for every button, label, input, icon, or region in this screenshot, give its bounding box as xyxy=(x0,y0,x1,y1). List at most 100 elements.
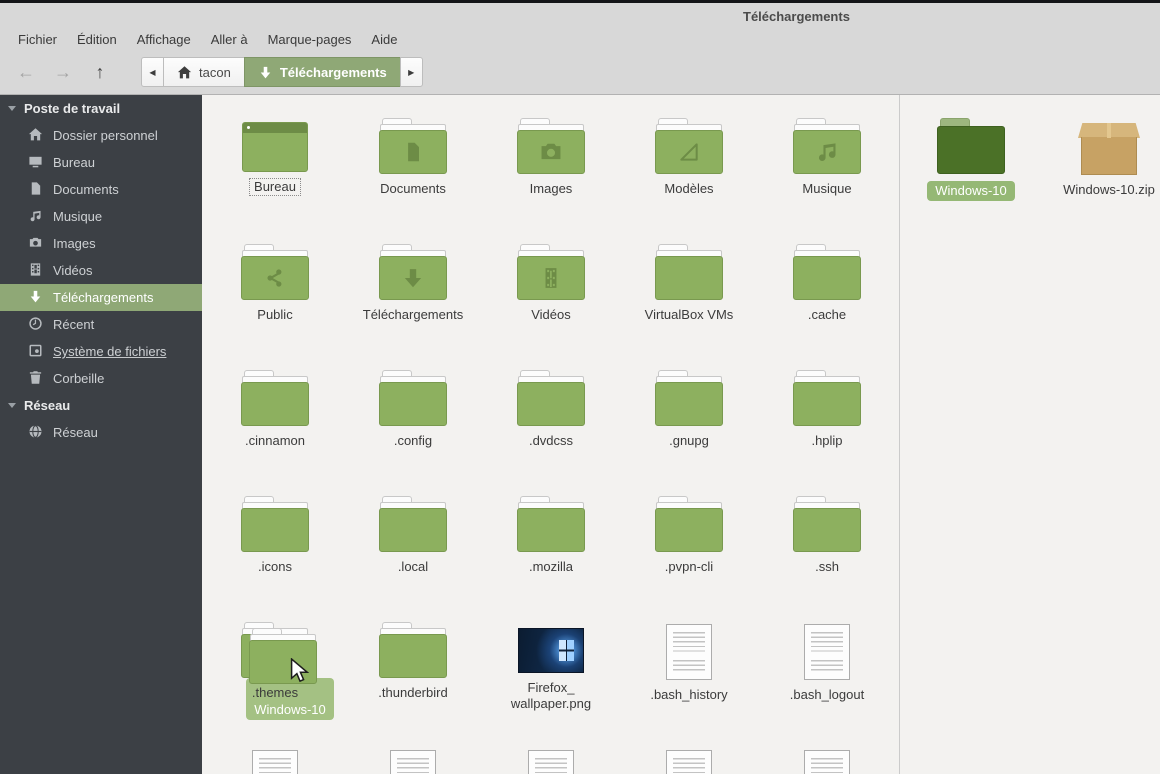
sidebar-item-corbeille[interactable]: Corbeille xyxy=(0,365,202,392)
sidebar-section-r-seau[interactable]: Réseau xyxy=(0,392,202,419)
file-label: .mozilla xyxy=(529,559,573,575)
file-item-images[interactable]: Images xyxy=(482,108,620,234)
file-item-gnupg[interactable]: .gnupg xyxy=(620,360,758,486)
file-item-pvpn-cli[interactable]: .pvpn-cli xyxy=(620,486,758,612)
sidebar-item-dossier-personnel[interactable]: Dossier personnel xyxy=(0,122,202,149)
sidebar-item-r-seau[interactable]: Réseau xyxy=(0,419,202,446)
file-item-windows-10[interactable]: Windows-10 xyxy=(902,108,1040,234)
file-item-config[interactable]: .config xyxy=(344,360,482,486)
breadcrumb-tacon[interactable]: tacon xyxy=(163,57,245,87)
file-item-file[interactable] xyxy=(482,738,620,774)
back-button[interactable]: ← xyxy=(14,62,38,83)
file-item-mod-les[interactable]: Modèles xyxy=(620,108,758,234)
sidebar-item-label: Documents xyxy=(53,182,119,197)
file-label: .ssh xyxy=(815,559,839,575)
sidebar-item-t-l-chargements[interactable]: Téléchargements xyxy=(0,284,202,311)
file-label: Musique xyxy=(802,181,851,197)
file-item-icons[interactable]: .icons xyxy=(206,486,344,612)
file-label: .gnupg xyxy=(669,433,709,449)
sidebar-item-r-cent[interactable]: Récent xyxy=(0,311,202,338)
file-label: Firefox_ wallpaper.png xyxy=(511,680,591,711)
file-item-file[interactable] xyxy=(620,738,758,774)
right-pane[interactable]: Windows-10 Windows-10.zip xyxy=(900,95,1160,774)
file-label: .thunderbird xyxy=(378,685,447,701)
menu-affichage[interactable]: Affichage xyxy=(127,30,201,49)
sidebar-item-label: Bureau xyxy=(53,155,95,170)
file-item-mozilla[interactable]: .mozilla xyxy=(482,486,620,612)
folder-icon xyxy=(517,118,585,174)
harddisk-icon xyxy=(28,343,43,361)
titlebar: Téléchargements xyxy=(0,0,1160,28)
file-label: .bash_history xyxy=(650,687,727,703)
sidebar-item-documents[interactable]: Documents xyxy=(0,176,202,203)
folder-icon xyxy=(241,370,309,426)
file-item-file[interactable] xyxy=(206,738,344,774)
drag-label: Windows-10 xyxy=(254,702,326,717)
sidebar-item-label: Réseau xyxy=(53,425,98,440)
folder-icon xyxy=(379,370,447,426)
file-label: Téléchargements xyxy=(363,307,463,323)
left-pane[interactable]: BureauDocumentsImagesModèles Musique Publi… xyxy=(202,95,900,774)
file-label: Public xyxy=(257,307,292,323)
mouse-cursor xyxy=(290,658,309,688)
file-item-public[interactable]: Public xyxy=(206,234,344,360)
file-item-dvdcss[interactable]: .dvdcss xyxy=(482,360,620,486)
file-item-cinnamon[interactable]: .cinnamon xyxy=(206,360,344,486)
file-item-t-l-chargements[interactable]: Téléchargements xyxy=(344,234,482,360)
file-item-ssh[interactable]: .ssh xyxy=(758,486,896,612)
menu-fichier[interactable]: Fichier xyxy=(8,30,67,49)
pathbar-scroll-left-button[interactable]: ◀ xyxy=(141,57,164,87)
pathbar-scroll-right-button[interactable]: ▶ xyxy=(400,57,423,87)
menu-marque-pages[interactable]: Marque-pages xyxy=(258,30,362,49)
text-file-icon xyxy=(252,750,298,774)
file-label: .pvpn-cli xyxy=(665,559,713,575)
sidebar-item-label: Corbeille xyxy=(53,371,104,386)
file-item-windows-10-zip[interactable]: Windows-10.zip xyxy=(1040,108,1160,234)
text-file-icon xyxy=(804,624,850,680)
sidebar-item-syst-me-de-fichiers[interactable]: Système de fichiers xyxy=(0,338,202,365)
folder-icon xyxy=(241,496,309,552)
zip-archive-icon xyxy=(1078,123,1140,175)
up-button[interactable]: ↑ xyxy=(88,62,112,83)
menu-dition[interactable]: Édition xyxy=(67,30,127,49)
file-label: Vidéos xyxy=(531,307,571,323)
file-item-musique[interactable]: Musique xyxy=(758,108,896,234)
breadcrumb-t-l-chargements[interactable]: Téléchargements xyxy=(244,57,401,87)
file-item-bash-logout[interactable]: .bash_logout xyxy=(758,612,896,738)
file-item-hplip[interactable]: .hplip xyxy=(758,360,896,486)
file-item-bureau[interactable]: Bureau xyxy=(206,108,344,234)
forward-button[interactable]: → xyxy=(51,62,75,83)
file-item-firefox-wallpaper-png[interactable]: Firefox_ wallpaper.png xyxy=(482,612,620,738)
file-item-documents[interactable]: Documents xyxy=(344,108,482,234)
window-title: Téléchargements xyxy=(743,9,850,24)
file-item-cache[interactable]: .cache xyxy=(758,234,896,360)
menu-aller[interactable]: Aller à xyxy=(201,30,258,49)
sidebar-item-label: Vidéos xyxy=(53,263,93,278)
file-item-file[interactable] xyxy=(344,738,482,774)
file-item-thunderbird[interactable]: .thunderbird xyxy=(344,612,482,738)
image-thumbnail xyxy=(518,628,584,673)
file-item-themes[interactable]: .themesWindows-10 xyxy=(206,612,344,738)
sidebar-item-vid-os[interactable]: Vidéos xyxy=(0,257,202,284)
sidebar-item-bureau[interactable]: Bureau xyxy=(0,149,202,176)
file-item-virtualbox-vms[interactable]: VirtualBox VMs xyxy=(620,234,758,360)
file-item-vid-os[interactable]: Vidéos xyxy=(482,234,620,360)
file-item-bash-history[interactable]: .bash_history xyxy=(620,612,758,738)
desktop-icon xyxy=(28,154,43,172)
file-item-local[interactable]: .local xyxy=(344,486,482,612)
folder-icon xyxy=(655,118,723,174)
file-label: Windows-10 xyxy=(927,181,1015,201)
file-label: .cache xyxy=(808,307,846,323)
film-icon xyxy=(28,262,43,280)
sidebar-item-images[interactable]: Images xyxy=(0,230,202,257)
text-file-icon xyxy=(666,624,712,680)
breadcrumb-label: tacon xyxy=(199,65,231,80)
sidebar-section-poste-de-travail[interactable]: Poste de travail xyxy=(0,95,202,122)
sidebar-item-musique[interactable]: Musique xyxy=(0,203,202,230)
menu-aide[interactable]: Aide xyxy=(361,30,407,49)
document-icon xyxy=(28,181,43,199)
file-item-file[interactable] xyxy=(758,738,896,774)
folder-icon xyxy=(517,496,585,552)
folder-icon xyxy=(793,370,861,426)
file-manager-window: Téléchargements FichierÉditionAffichageA… xyxy=(0,0,1160,774)
